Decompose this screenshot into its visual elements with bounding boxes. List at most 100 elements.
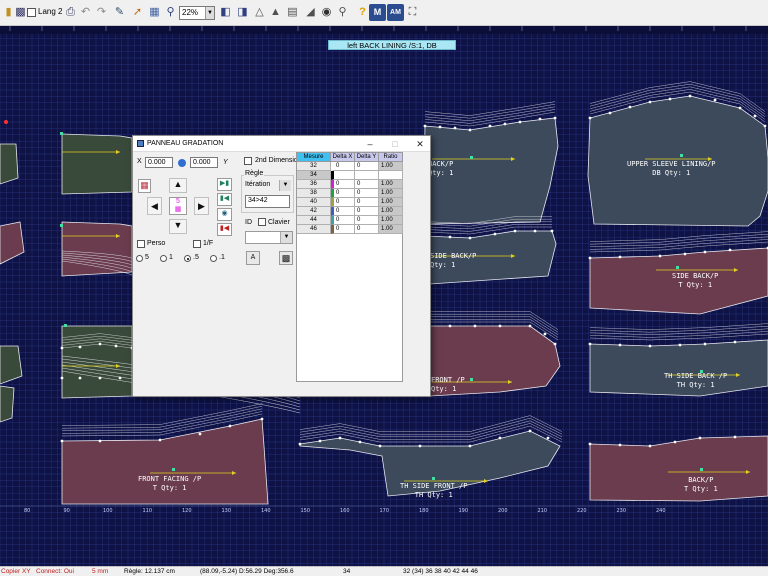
zoom-icon[interactable]: ⚲ (162, 4, 179, 21)
piece-label-th-side-front[interactable]: TH SIDE FRONT /P TH Qty: 1 (400, 482, 467, 500)
dialog-titlebar[interactable]: PANNEAU GRADATION – □ ✕ (133, 136, 430, 152)
close-icon[interactable]: ✕ (413, 138, 427, 150)
grid-cell-size[interactable]: 46 (297, 225, 331, 234)
grid-cell-dx[interactable]: 0 (331, 216, 355, 225)
piece-copy-icon[interactable]: ◧ (217, 4, 234, 21)
chevron-down-icon[interactable]: ▼ (280, 232, 292, 243)
triangle-tool-icon[interactable]: △ (251, 4, 268, 21)
grid-cell-size[interactable]: 44 (297, 216, 331, 225)
grid-cell-size[interactable]: 40 (297, 198, 331, 207)
grid-icon[interactable]: ▦ (146, 4, 163, 21)
grid-cell-ratio[interactable]: 1.00 (379, 189, 403, 198)
lang2-checkbox[interactable] (27, 8, 36, 17)
grid-cell-dx[interactable]: 0 (331, 225, 355, 234)
grid-cell-dy[interactable]: 0 (355, 225, 379, 234)
grid-cell-dx[interactable]: 0 (331, 189, 355, 198)
step-radio-01[interactable] (210, 255, 217, 262)
grid-cell-dy[interactable]: 0 (355, 207, 379, 216)
grid-cell-dy[interactable]: 0 (355, 180, 379, 189)
piece-label-th-side-back[interactable]: TH SIDE BACK /P TH Qty: 1 (664, 372, 727, 390)
grid-header-ratio[interactable]: Ratio (379, 153, 403, 162)
piece-label-back[interactable]: BACK/P Qty: 1 (428, 160, 453, 178)
step-radio-5[interactable] (136, 255, 143, 262)
perso-checkbox[interactable] (137, 240, 145, 248)
clear-icon[interactable]: ▮◀ (217, 223, 232, 236)
piece-label-back-t[interactable]: BACK/P T Qty: 1 (684, 476, 718, 494)
grid-cell-dy[interactable]: 0 (355, 216, 379, 225)
grid-cell-ratio[interactable]: 1.00 (379, 180, 403, 189)
second-dimension-checkbox[interactable] (244, 157, 252, 165)
piece-label-side-back[interactable]: SIDE BACK/P Qty: 1 (430, 252, 476, 270)
grid-cell-ratio[interactable]: 1.00 (379, 216, 403, 225)
piece-move-icon[interactable]: ◨ (234, 4, 251, 21)
grid-cell-size[interactable]: 38 (297, 189, 331, 198)
id-select[interactable]: ▼ (245, 231, 293, 244)
grid-cell-size[interactable]: 36 (297, 180, 331, 189)
piece-label-front[interactable]: FRONT /P Qty: 1 (431, 376, 465, 394)
document-icon[interactable]: ▤ (284, 4, 301, 21)
x-input[interactable]: 0.000 (145, 157, 173, 168)
move-down-button[interactable]: ▼ (169, 219, 187, 234)
move-left-button[interactable]: ◀ (147, 197, 162, 215)
maximize-icon[interactable]: □ (388, 138, 402, 150)
copy-right-icon[interactable]: ▶▮ (217, 178, 232, 191)
grid-cell-dy[interactable]: 0 (355, 189, 379, 198)
center-step-button[interactable]: 5 ▦ (169, 197, 187, 215)
step-radio-05[interactable] (184, 255, 191, 262)
grid-cell-dy[interactable]: 0 (355, 198, 379, 207)
grid-cell-dx[interactable]: 0 (331, 198, 355, 207)
clavier-checkbox[interactable] (258, 218, 266, 226)
m-button[interactable]: M (369, 4, 386, 21)
flip-icon[interactable]: ▲ (267, 4, 284, 21)
pin-icon[interactable]: ⚲ (334, 4, 351, 21)
grid-header-mesure[interactable]: Mesure (297, 153, 331, 162)
wand-icon[interactable]: ➚ (129, 4, 146, 21)
minimize-icon[interactable]: – (363, 138, 377, 150)
regle-select[interactable]: Itération ▼ (243, 180, 291, 193)
grid-header-delta-y[interactable]: Delta Y (355, 153, 379, 162)
grid-cell-ratio[interactable]: 1.00 (379, 225, 403, 234)
one-f-checkbox[interactable] (193, 240, 201, 248)
grid-cell-size[interactable]: 32 (297, 162, 331, 171)
notch-marker (676, 266, 679, 269)
measure-tool-icon[interactable]: ✎ (111, 4, 128, 21)
grid-cell-ratio[interactable]: 1.00 (379, 198, 403, 207)
link-xy-icon[interactable] (178, 159, 186, 167)
grid-cell-ratio[interactable]: 1.00 (379, 162, 403, 171)
regle-input[interactable]: 34>42 (245, 195, 290, 208)
redo-icon[interactable]: ↷ (93, 4, 110, 21)
step-radio-1[interactable] (160, 255, 167, 262)
y-input[interactable]: 0.000 (190, 157, 218, 168)
chevron-down-icon[interactable]: ▼ (205, 7, 214, 19)
piece-label-side-back-t[interactable]: SIDE BACK/P T Qty: 1 (672, 272, 718, 290)
camera-icon[interactable]: ◉ (318, 4, 335, 21)
grid-header-delta-x[interactable]: Delta X (331, 153, 355, 162)
grid-cell-dy[interactable] (355, 171, 379, 180)
grid-cell-size[interactable]: 42 (297, 207, 331, 216)
grid-cell-dy[interactable]: 0 (355, 162, 379, 171)
grid-cell-size[interactable]: 34 (297, 171, 331, 180)
move-right-button[interactable]: ▶ (194, 197, 209, 215)
size-grid[interactable]: Mesure Delta X Delta Y Ratio 32 0 0 1.00 34 36 0 0 1… (296, 152, 403, 382)
copy-left-icon[interactable]: ▮◀ (217, 193, 232, 206)
gradation-panel-dialog[interactable]: PANNEAU GRADATION – □ ✕ X 0.000 0.000 Y … (132, 135, 431, 397)
piece-label-front-facing[interactable]: FRONT FACING /P T Qty: 1 (138, 475, 201, 493)
move-up-button[interactable]: ▲ (169, 178, 187, 193)
zoom-select[interactable]: 22% ▼ (179, 6, 215, 20)
save-icon[interactable]: ▩ (279, 251, 293, 265)
piece-label-upper-sleeve[interactable]: UPPER SLEEVE LINING/P DB Qty: 1 (627, 160, 716, 178)
undo-icon[interactable]: ↶ (77, 4, 94, 21)
frame-icon[interactable]: ⛶ (404, 4, 421, 21)
grid-cell-dx[interactable]: 0 (331, 180, 355, 189)
paste-icon[interactable]: ◉ (217, 208, 232, 221)
grid-cell-dx[interactable]: 0 (331, 207, 355, 216)
grid-cell-dx[interactable] (331, 171, 355, 180)
grid-cell-ratio[interactable]: 1.00 (379, 207, 403, 216)
grid-cell-ratio[interactable] (379, 171, 403, 180)
ruler-icon[interactable]: ◢ (302, 4, 319, 21)
grid-cell-dx[interactable]: 0 (331, 162, 355, 171)
a-button[interactable]: A (246, 251, 260, 265)
chevron-down-icon[interactable]: ▼ (279, 180, 291, 191)
grade-tool-icon[interactable]: ▦ (138, 179, 151, 193)
am-button[interactable]: AM (387, 4, 404, 21)
